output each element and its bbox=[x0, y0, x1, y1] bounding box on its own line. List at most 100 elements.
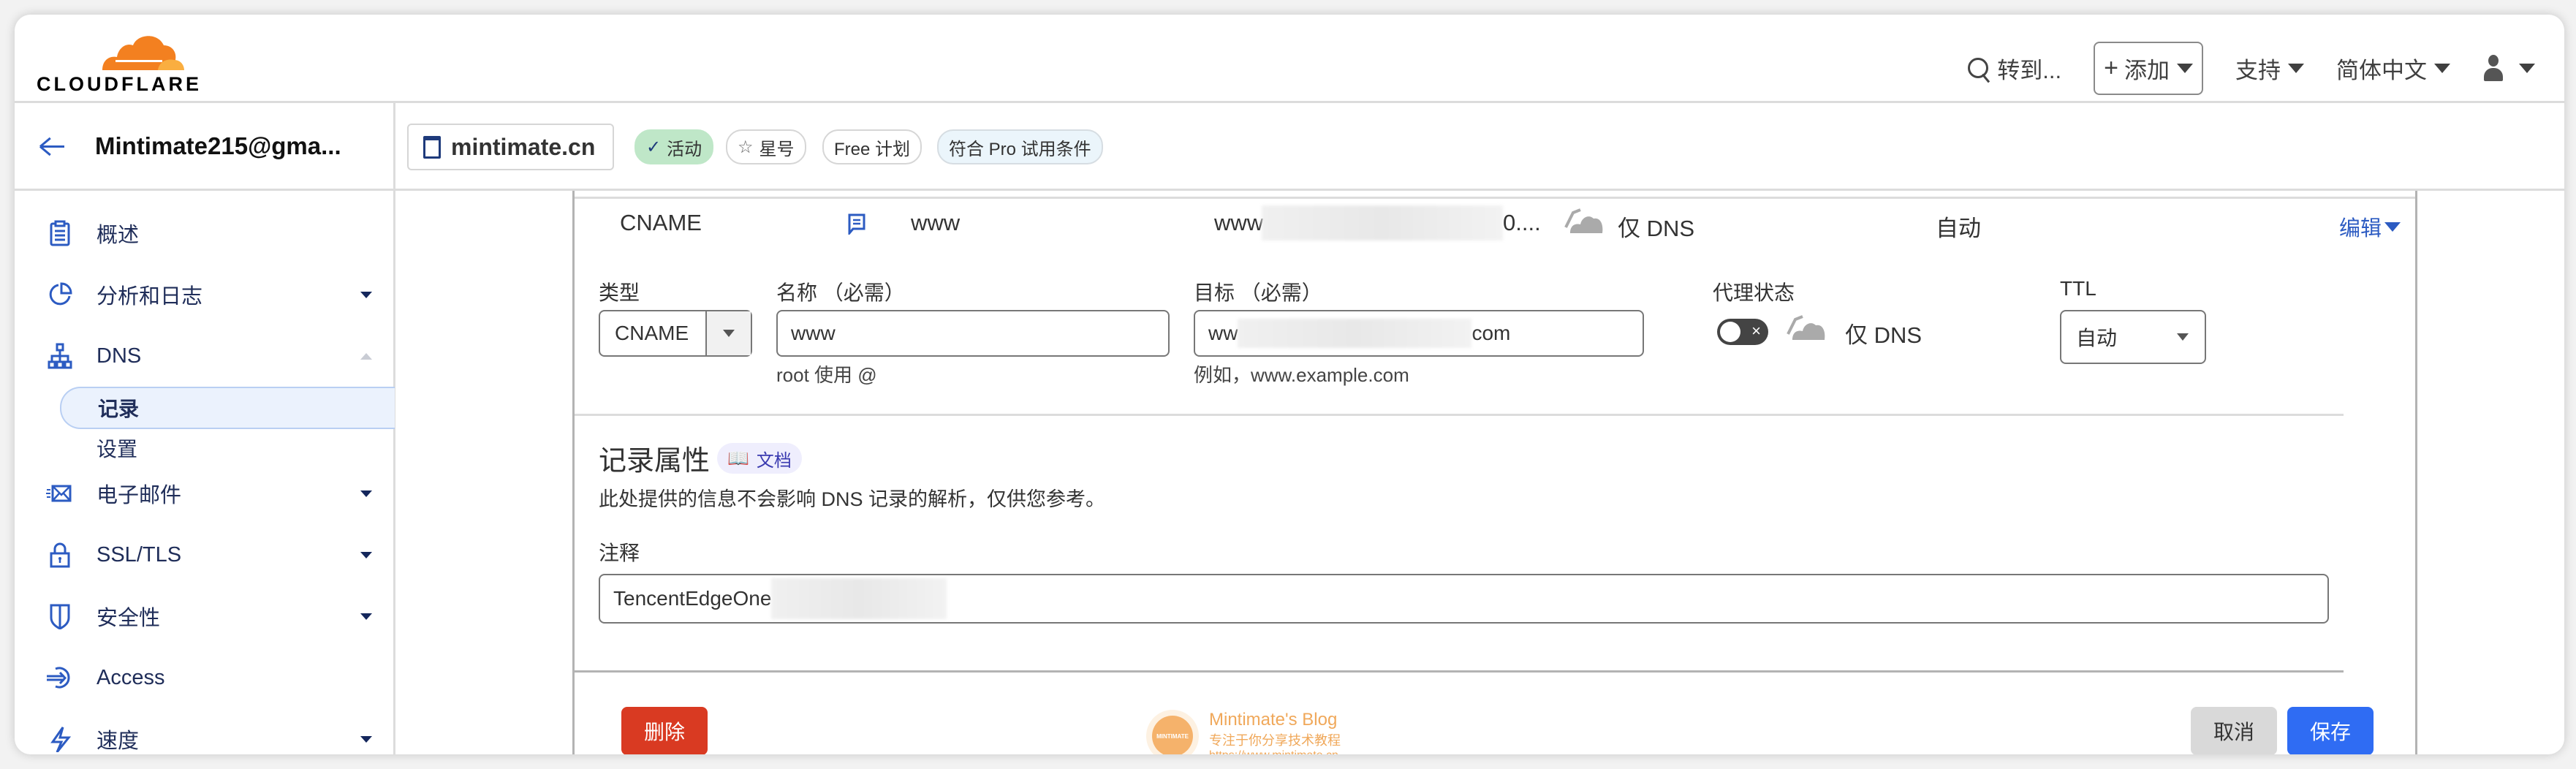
browser-window: CLOUDFLARE 转到... + 添加 支持 简体中文 Mintimate2… bbox=[15, 15, 2564, 754]
watermark: MINTIMATE Mintimate's Blog 专注于你分享技术教程 ht… bbox=[1152, 710, 1341, 754]
comment-label: 注释 bbox=[599, 542, 640, 564]
sidebar-subitem-settings[interactable]: 设置 bbox=[60, 428, 393, 468]
attributes-description: 此处提供的信息不会影响 DNS 记录的解析，仅供您参考。 bbox=[599, 488, 1106, 510]
zone-bar: mintimate.cn ✓ 活动 ☆ 星号 Free 计划 符合 Pro 试用… bbox=[395, 103, 2564, 191]
watermark-subtitle: 专注于你分享技术教程 bbox=[1209, 733, 1341, 748]
search-icon bbox=[1968, 58, 1989, 78]
status-badge: ✓ 活动 bbox=[634, 129, 714, 164]
delete-button[interactable]: 删除 bbox=[621, 707, 708, 754]
chevron-down-icon bbox=[360, 490, 372, 497]
cancel-button[interactable]: 取消 bbox=[2191, 707, 2277, 754]
main-content: CNAME www www 0.... 仅 DNS 自动 编辑 类型 名称 （必… bbox=[395, 191, 2564, 754]
cloudflare-logo[interactable]: CLOUDFLARE bbox=[37, 23, 199, 96]
sidebar-item-label: 安全性 bbox=[96, 607, 161, 630]
chevron-down-icon bbox=[360, 551, 372, 558]
user-icon bbox=[2482, 55, 2504, 81]
chevron-down-icon bbox=[360, 613, 372, 620]
sidebar-item-dns[interactable]: DNS bbox=[15, 334, 391, 378]
language-label: 简体中文 bbox=[2336, 57, 2427, 83]
target-hint: 例如，www.example.com bbox=[1194, 364, 1409, 386]
sidebar-item-label: SSL/TLS bbox=[96, 542, 182, 567]
cloud-logo-icon bbox=[102, 36, 184, 70]
type-select[interactable]: CNAME bbox=[599, 310, 752, 357]
pie-chart-icon bbox=[49, 282, 72, 306]
star-badge[interactable]: ☆ 星号 bbox=[726, 129, 806, 164]
sidebar-subitem-records[interactable]: 记录 bbox=[60, 387, 395, 429]
type-label: 类型 bbox=[599, 281, 640, 304]
dns-only-cloud-icon bbox=[1564, 208, 1603, 233]
support-label: 支持 bbox=[2235, 57, 2281, 83]
redacted-target bbox=[1238, 319, 1472, 348]
chevron-down-icon bbox=[2519, 63, 2535, 73]
chevron-up-icon bbox=[360, 352, 372, 360]
shield-icon bbox=[50, 604, 70, 629]
save-button[interactable]: 保存 bbox=[2287, 707, 2374, 754]
goto-label: 转到... bbox=[1997, 57, 2062, 83]
sidebar-item-ssl-tls[interactable]: SSL/TLS bbox=[15, 533, 391, 577]
user-menu[interactable] bbox=[2482, 55, 2535, 81]
language-menu[interactable]: 简体中文 bbox=[2336, 52, 2450, 85]
sidebar-item-email[interactable]: 电子邮件 bbox=[15, 471, 391, 515]
target-suffix: com bbox=[1471, 322, 1511, 344]
account-name: Mintimate215@gma... bbox=[95, 132, 341, 159]
comment-value: TencentEdgeOne bbox=[613, 587, 772, 610]
name-value: www bbox=[791, 322, 836, 344]
record-type: CNAME bbox=[620, 210, 702, 235]
pro-trial-label: 符合 Pro 试用条件 bbox=[949, 139, 1091, 159]
support-menu[interactable]: 支持 bbox=[2235, 52, 2304, 85]
comment-icon bbox=[848, 213, 865, 235]
proxy-toggle[interactable]: × bbox=[1717, 319, 1768, 345]
type-dropdown-toggle[interactable] bbox=[705, 311, 751, 355]
chevron-down-icon bbox=[2288, 63, 2304, 73]
watermark-text: Mintimate's Blog 专注于你分享技术教程 https://www.… bbox=[1209, 710, 1341, 754]
name-input[interactable]: www bbox=[776, 310, 1170, 357]
sidebar-item-speed[interactable]: 速度 bbox=[15, 717, 391, 754]
redacted-comment bbox=[771, 578, 947, 619]
sidebar-item-label: DNS bbox=[96, 344, 142, 368]
name-label: 名称 （必需） bbox=[776, 281, 905, 304]
back-arrow-icon[interactable] bbox=[38, 135, 67, 157]
dns-only-cloud-icon bbox=[1787, 315, 1825, 340]
ttl-value: 自动 bbox=[2076, 327, 2118, 349]
chevron-down-icon bbox=[2384, 221, 2401, 232]
close-icon: × bbox=[1751, 322, 1761, 340]
chevron-down-icon bbox=[723, 330, 735, 337]
network-icon bbox=[48, 343, 72, 369]
chevron-down-icon bbox=[2177, 333, 2189, 341]
zone-domain: mintimate.cn bbox=[451, 133, 596, 160]
watermark-url: https://www.mintimate.cn bbox=[1209, 749, 1341, 754]
clipboard-icon bbox=[50, 220, 70, 246]
type-value: CNAME bbox=[615, 322, 689, 344]
chevron-down-icon bbox=[360, 735, 372, 743]
browser-window-icon bbox=[423, 135, 441, 159]
docs-link[interactable]: 📖 文档 bbox=[717, 443, 802, 474]
pro-trial-badge[interactable]: 符合 Pro 试用条件 bbox=[937, 129, 1103, 164]
divider bbox=[575, 670, 2344, 673]
top-nav: 转到... + 添加 支持 简体中文 bbox=[1936, 41, 2535, 95]
docs-label: 文档 bbox=[756, 450, 792, 471]
sidebar-item-overview[interactable]: 概述 bbox=[15, 211, 391, 255]
divider bbox=[575, 414, 2344, 416]
sidebar-item-access[interactable]: Access bbox=[15, 656, 391, 700]
edit-label: 编辑 bbox=[2338, 217, 2382, 240]
top-header: CLOUDFLARE 转到... + 添加 支持 简体中文 bbox=[15, 15, 2564, 103]
email-icon bbox=[46, 485, 72, 502]
chevron-down-icon bbox=[2177, 63, 2193, 73]
redacted-content bbox=[1262, 205, 1503, 240]
zone-selector[interactable]: mintimate.cn bbox=[407, 124, 615, 170]
target-prefix: ww bbox=[1208, 322, 1238, 344]
sidebar-subitem-label: 设置 bbox=[96, 438, 138, 461]
edit-toggle[interactable]: 编辑 bbox=[2339, 211, 2401, 242]
access-icon bbox=[47, 667, 70, 689]
goto-search[interactable]: 转到... bbox=[1968, 52, 2061, 85]
brand-wordmark: CLOUDFLARE bbox=[37, 73, 202, 95]
add-button[interactable]: + 添加 bbox=[2094, 41, 2203, 95]
record-ttl: 自动 bbox=[1936, 216, 1981, 241]
sidebar-item-security[interactable]: 安全性 bbox=[15, 594, 391, 638]
attributes-title: 记录属性 bbox=[599, 446, 711, 477]
sidebar-item-analytics[interactable]: 分析和日志 bbox=[15, 273, 391, 317]
record-content-suffix: 0.... bbox=[1503, 210, 1541, 235]
target-input[interactable]: ww com bbox=[1194, 310, 1644, 357]
comment-input[interactable]: TencentEdgeOne bbox=[599, 574, 2329, 624]
ttl-select[interactable]: 自动 bbox=[2060, 310, 2206, 364]
